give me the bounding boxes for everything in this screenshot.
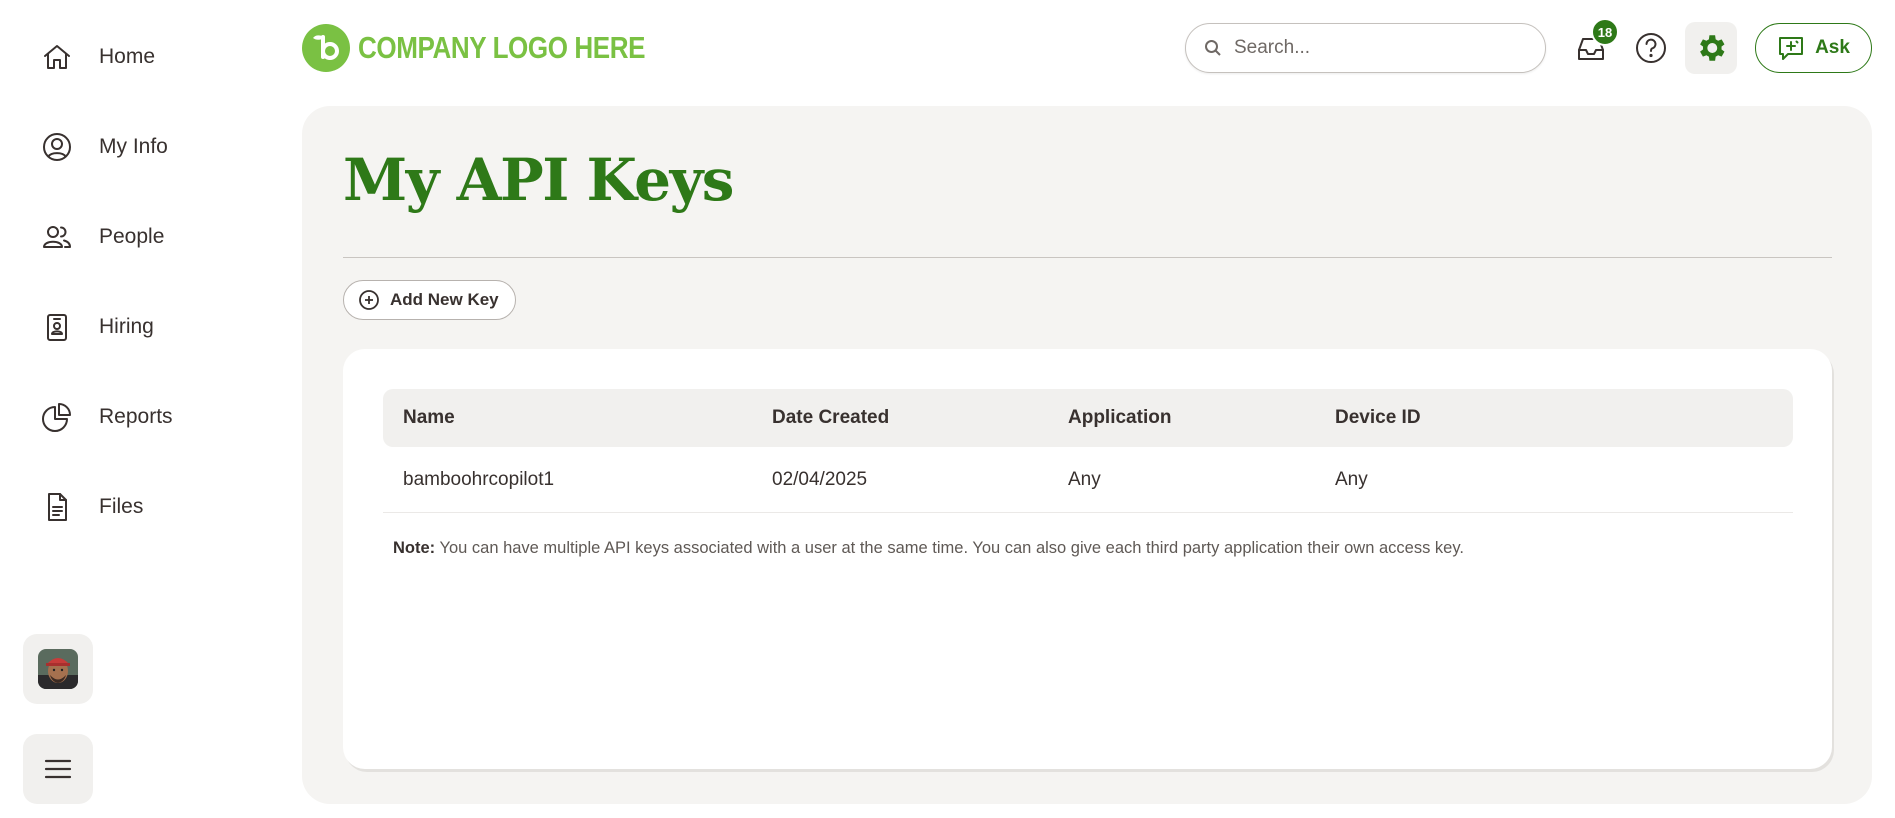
note-text: Note: You can have multiple API keys ass… [393,539,1464,558]
nav-label: Files [99,495,144,518]
nav-item-files[interactable]: Files [40,487,143,527]
nav-label: Home [99,45,156,68]
table-header: Name Date Created Application Device ID [383,389,1793,447]
inbox-button[interactable]: 18 [1565,18,1619,74]
add-new-key-label: Add New Key [390,290,499,309]
nav-item-reports[interactable]: Reports [40,397,173,437]
profile-button[interactable] [23,634,93,704]
help-button[interactable] [1625,22,1677,74]
search-input[interactable] [1234,37,1514,59]
avatar [38,649,78,689]
nav-label: My Info [99,135,168,158]
help-icon [1636,33,1666,63]
user-circle-icon [40,130,74,164]
nav-label: Reports [99,405,173,428]
cell-application: Any [1068,469,1101,490]
main-panel: My API Keys Add New Key Name Date Create… [302,106,1872,804]
plus-circle-icon [359,290,379,310]
api-keys-card: Name Date Created Application Device ID … [343,349,1832,769]
cell-device-id: Any [1335,469,1368,490]
document-icon [40,490,74,524]
divider [343,257,1832,258]
pie-chart-icon [40,400,74,434]
column-header-application[interactable]: Application [1068,389,1171,447]
ask-button[interactable]: Ask [1755,23,1872,73]
column-header-name[interactable]: Name [403,389,455,447]
chat-sparkle-icon [1779,37,1804,60]
nav-item-my-info[interactable]: My Info [40,127,168,167]
logo-mark-icon [302,24,350,72]
sidebar: Home My Info People Hiring Reports Files [0,0,290,818]
hamburger-icon [44,759,72,779]
column-header-date-created[interactable]: Date Created [772,389,889,447]
people-icon [40,220,74,254]
notification-badge: 18 [1591,18,1619,46]
cell-date-created: 02/04/2025 [772,469,868,490]
column-header-device-id[interactable]: Device ID [1335,389,1421,447]
nav-item-people[interactable]: People [40,217,164,257]
note-label: Note: [393,539,436,557]
page-title: My API Keys [343,146,734,214]
ask-label: Ask [1815,37,1850,58]
table-row[interactable]: bamboohrcopilot1 02/04/2025 Any Any [383,447,1793,513]
search-icon [1205,40,1221,56]
nav-item-home[interactable]: Home [40,37,155,77]
company-logo[interactable]: COMPANY LOGO HERE [302,24,700,72]
note-body: You can have multiple API keys associate… [435,539,1464,557]
nav-label: Hiring [99,315,154,338]
menu-button[interactable] [23,734,93,804]
gear-icon [1700,35,1725,61]
logo-text: COMPANY LOGO HERE [358,30,646,65]
add-new-key-button[interactable]: Add New Key [343,280,516,320]
settings-button[interactable] [1685,22,1737,74]
home-icon [40,40,74,74]
cell-name: bamboohrcopilot1 [403,469,555,490]
nav-label: People [99,225,165,248]
nav-item-hiring[interactable]: Hiring [40,307,154,347]
search-box[interactable] [1185,23,1546,73]
id-badge-icon [40,310,74,344]
